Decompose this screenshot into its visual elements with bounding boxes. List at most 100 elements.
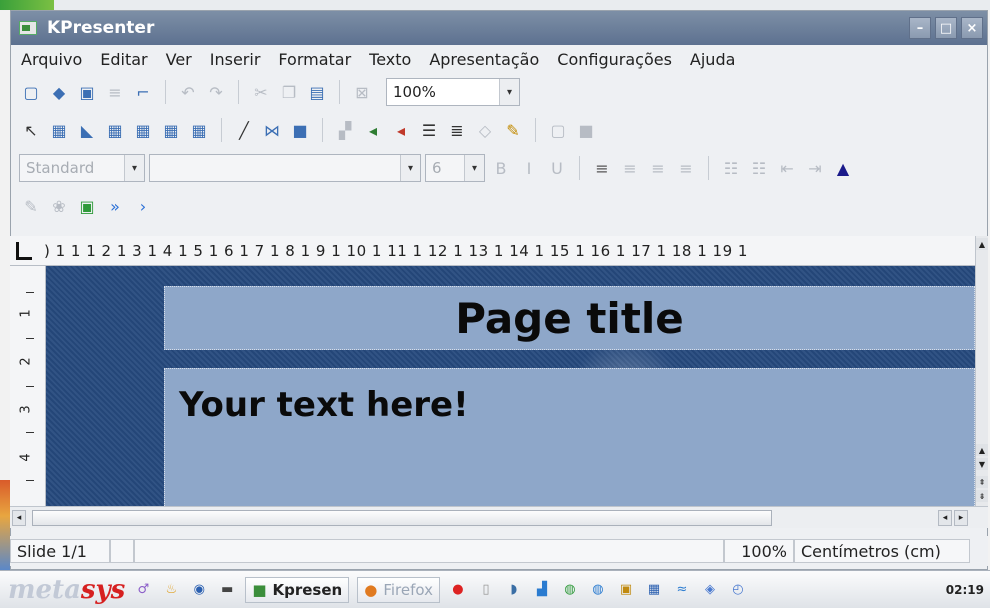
terminal-icon[interactable]: ▬	[217, 580, 237, 600]
menu-arquivo[interactable]: Arquivo	[21, 50, 82, 69]
font-select[interactable]: ▾	[149, 154, 421, 182]
metasys-start-button[interactable]: metasys	[8, 575, 125, 605]
open-icon[interactable]: ◆	[47, 80, 71, 104]
style-select[interactable]: Standard ▾	[19, 154, 145, 182]
slideshow-settings-icon[interactable]: ▣	[75, 194, 99, 218]
menu-ajuda[interactable]: Ajuda	[690, 50, 736, 69]
insert-object-icon[interactable]: ▦	[187, 118, 211, 142]
italic-button[interactable]: I	[517, 156, 541, 180]
lock-icon[interactable]: ▯	[476, 580, 496, 600]
next-fast-icon[interactable]: »	[103, 194, 127, 218]
menu-editar[interactable]: Editar	[100, 50, 147, 69]
insert-table-icon[interactable]: ▦	[131, 118, 155, 142]
taskbar-clock[interactable]: 02:19	[946, 583, 984, 597]
network-icon[interactable]: ♂	[133, 580, 153, 600]
effects-icon[interactable]: ❀	[47, 194, 71, 218]
save-icon[interactable]: ▣	[75, 80, 99, 104]
line-icon[interactable]: ╱	[232, 118, 256, 142]
tab-stop-icon[interactable]	[16, 242, 32, 260]
print-icon[interactable]: ≡	[103, 80, 127, 104]
scroll-left-icon[interactable]: ◂	[938, 510, 952, 526]
text-color-icon[interactable]: ▲	[831, 156, 855, 180]
title-bar[interactable]: KPresenter – □ ×	[11, 11, 987, 45]
numbered-list-icon[interactable]: ☷	[747, 156, 771, 180]
bold-button[interactable]: B	[489, 156, 513, 180]
pen-color-icon[interactable]: ✎	[501, 118, 525, 142]
delete-icon[interactable]: ⊠	[350, 80, 374, 104]
scroll-down-icon[interactable]: ▼	[976, 458, 988, 470]
horizontal-scroll-thumb[interactable]	[32, 510, 772, 526]
shield-icon[interactable]: ◈	[700, 580, 720, 600]
insert-shape-icon[interactable]: ◣	[75, 118, 99, 142]
title-text-box[interactable]: Page title	[164, 286, 975, 350]
bullet-list-icon[interactable]: ☷	[719, 156, 743, 180]
scroll-right-icon[interactable]: ▸	[954, 510, 968, 526]
globe-icon[interactable]: ◉	[189, 580, 209, 600]
volume-icon[interactable]: ◗	[504, 580, 524, 600]
menu-formatar[interactable]: Formatar	[278, 50, 351, 69]
chevron-down-icon[interactable]: ▾	[464, 155, 484, 181]
menu-apresentacao[interactable]: Apresentação	[429, 50, 539, 69]
connection-icon[interactable]: ◍	[588, 580, 608, 600]
copy-icon[interactable]: ❐	[277, 80, 301, 104]
menu-ver[interactable]: Ver	[166, 50, 192, 69]
signal-icon[interactable]: ▟	[532, 580, 552, 600]
insert-text-box-icon[interactable]: ▦	[47, 118, 71, 142]
slide-transition-icon[interactable]: ✎	[19, 194, 43, 218]
indent-decrease-icon[interactable]: ⇤	[775, 156, 799, 180]
arrow-left-icon[interactable]: ◂	[361, 118, 385, 142]
horizontal-scrollbar[interactable]: ◂ ◂ ▸	[10, 506, 988, 528]
new-icon[interactable]: ▢	[19, 80, 43, 104]
maximize-button[interactable]: □	[935, 17, 957, 39]
zoom-select[interactable]: 100% ▾	[386, 78, 520, 106]
start-presentation-icon[interactable]: ›	[131, 194, 155, 218]
slide-canvas[interactable]: Page title Your text here!	[46, 266, 975, 506]
chevron-down-icon[interactable]: ▾	[400, 155, 420, 181]
previous-slide-icon[interactable]: ⇞	[976, 476, 988, 488]
clipboard-icon[interactable]: ▣	[616, 580, 636, 600]
group-icon[interactable]: ▢	[546, 118, 570, 142]
font-size-select[interactable]: 6 ▾	[425, 154, 485, 182]
paste-icon[interactable]: ▤	[305, 80, 329, 104]
update-icon[interactable]: ◍	[560, 580, 580, 600]
align-justify-icon[interactable]: ≡	[674, 156, 698, 180]
calendar-icon[interactable]: ▦	[644, 580, 664, 600]
cut-icon[interactable]: ✂	[249, 80, 273, 104]
scroll-left-icon[interactable]: ◂	[12, 510, 26, 526]
arrow-brush-icon[interactable]: ◂	[389, 118, 413, 142]
vertical-scrollbar[interactable]: ▲ ▲ ▼ ⇞ ⇟	[975, 236, 988, 506]
align-left-icon[interactable]: ≡	[590, 156, 614, 180]
insert-formula-icon[interactable]: ▦	[159, 118, 183, 142]
firefox-launcher-icon[interactable]: ♨	[161, 580, 181, 600]
chart-icon[interactable]: ▞	[333, 118, 357, 142]
chevron-down-icon[interactable]: ▾	[124, 155, 144, 181]
scroll-up-icon[interactable]: ▲	[976, 238, 988, 250]
underline-button[interactable]: U	[545, 156, 569, 180]
record-icon[interactable]: ●	[448, 580, 468, 600]
task-kpresenter[interactable]: ■ Kpresen	[245, 576, 350, 603]
align-center-icon[interactable]: ≡	[618, 156, 642, 180]
close-button[interactable]: ×	[961, 17, 983, 39]
insert-picture-icon[interactable]: ▦	[103, 118, 127, 142]
select-cursor-icon[interactable]: ↖	[19, 118, 43, 142]
body-text-box[interactable]: Your text here!	[164, 368, 975, 506]
freehand-icon[interactable]: ⋈	[260, 118, 284, 142]
next-slide-icon[interactable]: ⇟	[976, 490, 988, 502]
fill-color-icon[interactable]: ◇	[473, 118, 497, 142]
menu-configuracoes[interactable]: Configurações	[557, 50, 672, 69]
chevron-down-icon[interactable]: ▾	[499, 79, 519, 105]
scroll-up-icon[interactable]: ▲	[976, 444, 988, 456]
undo-icon[interactable]: ↶	[176, 80, 200, 104]
task-firefox[interactable]: ● Firefox	[357, 576, 440, 603]
line-width-icon[interactable]: ≣	[445, 118, 469, 142]
indent-increase-icon[interactable]: ⇥	[803, 156, 827, 180]
sync-icon[interactable]: ≈	[672, 580, 692, 600]
print-preview-icon[interactable]: ⌐	[131, 80, 155, 104]
rectangle-icon[interactable]: ■	[288, 118, 312, 142]
ungroup-icon[interactable]: ■	[574, 118, 598, 142]
menu-inserir[interactable]: Inserir	[210, 50, 261, 69]
line-style-icon[interactable]: ☰	[417, 118, 441, 142]
redo-icon[interactable]: ↷	[204, 80, 228, 104]
align-right-icon[interactable]: ≡	[646, 156, 670, 180]
menu-texto[interactable]: Texto	[369, 50, 411, 69]
